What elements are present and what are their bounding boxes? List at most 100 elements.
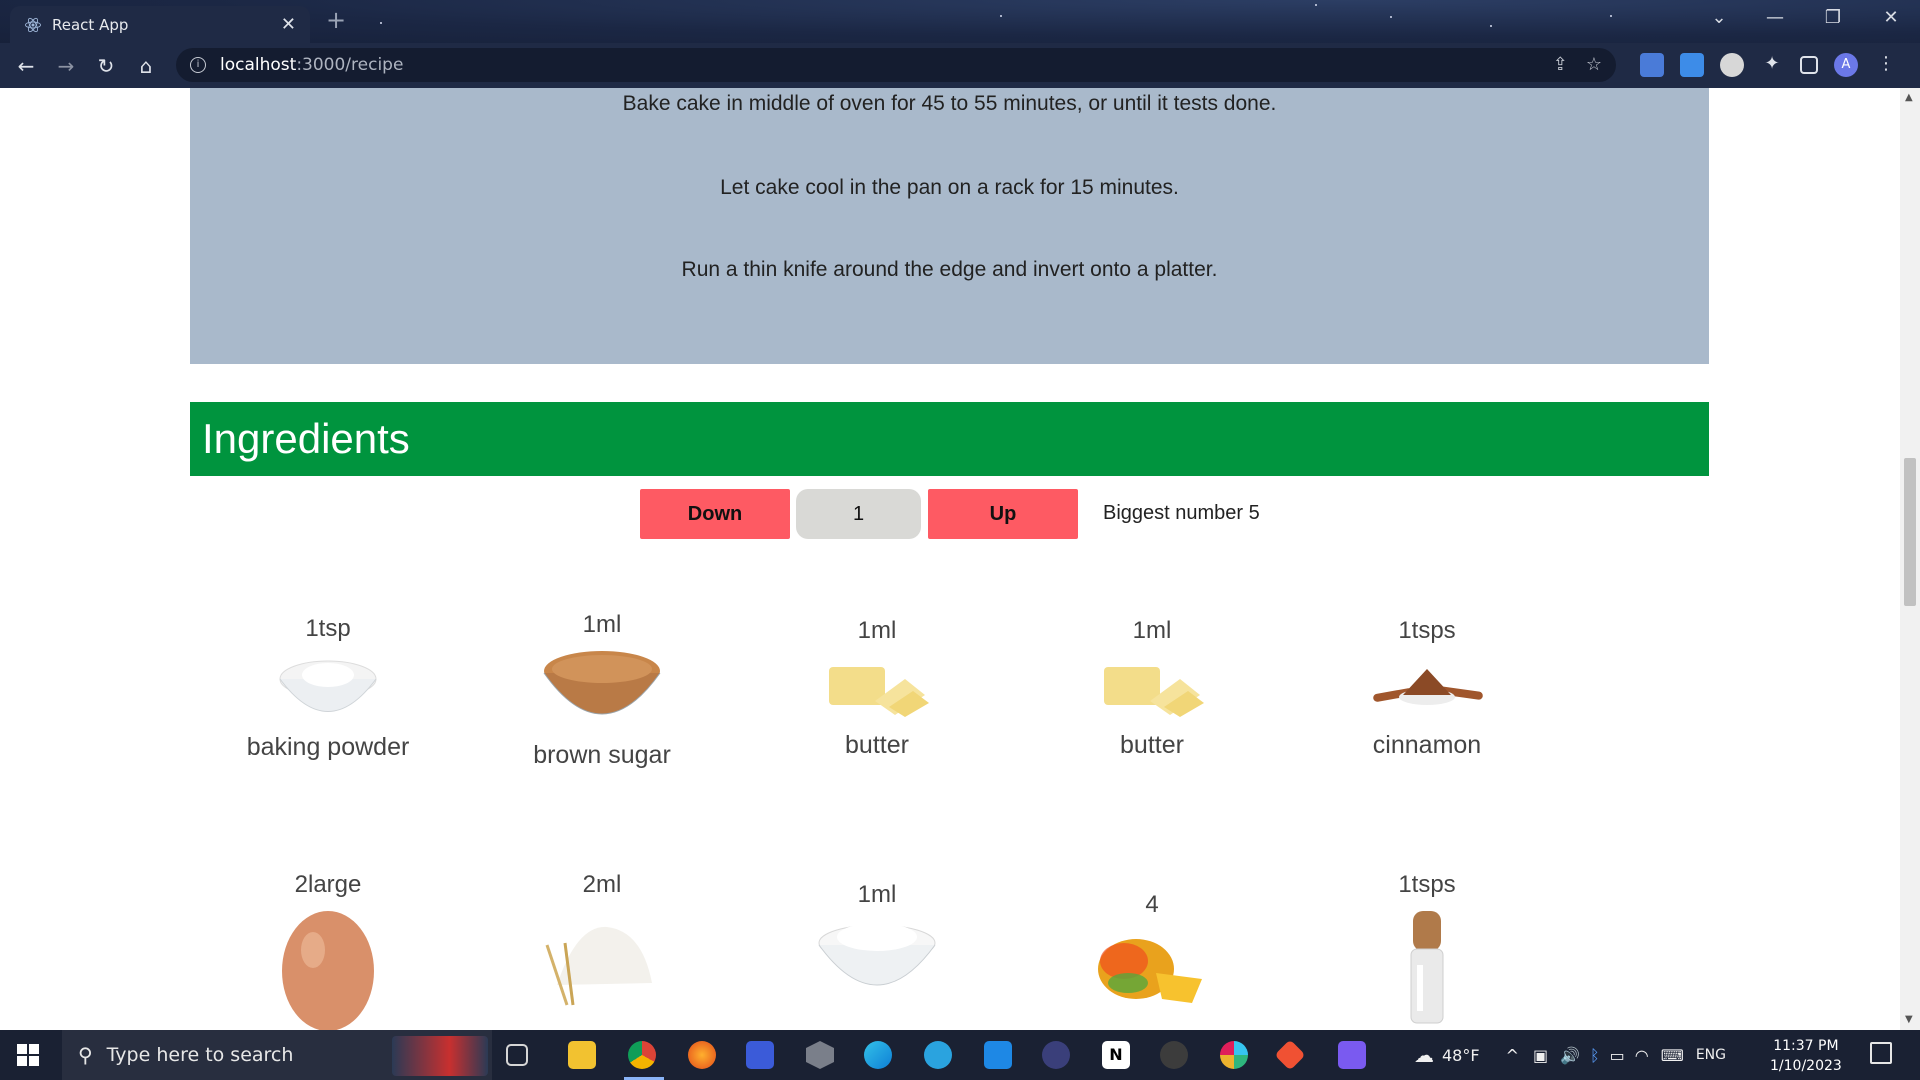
tray-overflow-chevron-icon[interactable]: ^ [1506, 1046, 1519, 1065]
instructions-panel: Bake cake in middle of oven for 45 to 55… [190, 88, 1709, 364]
slack-icon[interactable] [1220, 1041, 1248, 1069]
url-host: localhost [220, 55, 297, 75]
forward-arrow-icon[interactable]: → [46, 54, 86, 78]
extensions-puzzle-icon[interactable]: ✦ [1760, 53, 1784, 77]
background-star [1390, 16, 1392, 18]
profile-avatar[interactable]: A [1834, 53, 1858, 77]
back-arrow-icon[interactable]: ← [6, 54, 46, 78]
ingredient-quantity: 1ml [1132, 617, 1172, 644]
taskbar-search-box[interactable]: ⚲ Type here to search [62, 1030, 492, 1080]
windows-start-icon[interactable] [17, 1044, 39, 1066]
butter-icon [1104, 667, 1204, 717]
ingredient-card: 2ml [482, 871, 722, 1021]
reload-icon[interactable]: ↻ [86, 54, 126, 78]
background-star [1490, 25, 1492, 27]
flour-icon [545, 926, 652, 1006]
chrome-icon[interactable] [628, 1041, 656, 1069]
design-app-icon[interactable] [746, 1041, 774, 1069]
vscode-icon[interactable] [984, 1041, 1012, 1069]
wifi-icon[interactable]: ◠ [1635, 1046, 1649, 1065]
tab-search-chevron-icon[interactable]: ⌄ [1690, 7, 1748, 28]
battery-icon[interactable]: ▭ [1610, 1046, 1625, 1065]
github-desktop-icon[interactable] [1160, 1041, 1188, 1069]
ingredient-name: baking powder [246, 733, 410, 761]
ingredient-quantity: 1ml [582, 611, 622, 638]
minimize-button[interactable]: — [1746, 7, 1804, 28]
servings-value[interactable]: 1 [796, 489, 921, 539]
ingredient-quantity: 1ml [857, 881, 897, 908]
volume-icon[interactable]: 🔊 [1560, 1046, 1580, 1065]
close-window-button[interactable]: ✕ [1862, 7, 1920, 28]
react-logo-icon [25, 17, 41, 32]
scroll-up-arrow-icon[interactable]: ▲ [1905, 92, 1913, 103]
browser-tab[interactable]: React App ✕ [10, 6, 310, 43]
clock-date: 1/10/2023 [1770, 1058, 1842, 1074]
google-translate-extension-icon[interactable] [1640, 53, 1664, 77]
edge-icon[interactable] [864, 1041, 892, 1069]
unity-icon[interactable] [806, 1041, 834, 1069]
share-icon[interactable]: ⇪ [1553, 54, 1568, 75]
ingredient-name: butter [1120, 731, 1184, 759]
menu-kebab-icon[interactable]: ⋮ [1874, 53, 1898, 77]
forward-extension-icon[interactable] [1680, 53, 1704, 77]
up-button[interactable]: Up [928, 489, 1078, 539]
taskbar-clock[interactable]: 11:37 PM 1/10/2023 [1770, 1036, 1842, 1076]
file-explorer-icon[interactable] [568, 1041, 596, 1069]
tab-title: React App [52, 15, 129, 34]
tab-close-icon[interactable]: ✕ [281, 14, 296, 35]
cinnamon-icon [1373, 669, 1483, 705]
background-star [1610, 15, 1612, 17]
telegram-icon[interactable] [924, 1041, 952, 1069]
keyboard-icon[interactable]: ⌨ [1661, 1046, 1684, 1065]
ingredient-quantity: 4 [1145, 891, 1159, 918]
background-star [380, 22, 382, 24]
ingredient-quantity: 1tsps [1398, 871, 1456, 898]
vertical-scrollbar[interactable]: ▲ ▼ [1900, 88, 1920, 1030]
bookmark-star-icon[interactable]: ☆ [1586, 54, 1602, 75]
url-path: :3000/recipe [296, 55, 404, 75]
side-panel-icon[interactable] [1800, 56, 1818, 74]
browser-titlebar: React App ✕ + ⌄ — ❐ ✕ [0, 0, 1920, 43]
instruction-step: Let cake cool in the pan on a rack for 1… [720, 176, 1179, 199]
ingredient-card: 1ml butter [1032, 617, 1272, 760]
eclipse-icon[interactable] [1042, 1041, 1070, 1069]
language-indicator[interactable]: ENG [1696, 1047, 1726, 1063]
ingredient-quantity: 2ml [582, 871, 622, 898]
ingredient-card: 1tsps cinnamon [1307, 617, 1547, 760]
windows-taskbar: ⚲ Type here to search N ☁ 48°F ^ ▣ 🔊 ᛒ ▭… [0, 1030, 1920, 1080]
snipping-tool-icon[interactable] [1338, 1041, 1366, 1069]
background-star [1000, 15, 1002, 17]
new-tab-button[interactable]: + [326, 6, 346, 34]
restore-button[interactable]: ❐ [1804, 7, 1862, 28]
salt-bowl-icon [818, 923, 936, 986]
weather-temperature[interactable]: 48°F [1442, 1046, 1480, 1065]
weather-cloud-icon[interactable]: ☁ [1414, 1043, 1434, 1067]
clock-time: 11:37 PM [1773, 1038, 1839, 1054]
down-button[interactable]: Down [640, 489, 790, 539]
home-icon[interactable]: ⌂ [126, 54, 166, 78]
web-extension-icon[interactable] [1720, 53, 1744, 77]
task-view-icon[interactable] [506, 1044, 528, 1066]
notifications-icon[interactable] [1870, 1042, 1892, 1064]
meet-now-icon[interactable]: ▣ [1533, 1046, 1548, 1065]
search-placeholder: Type here to search [106, 1044, 294, 1066]
ingredient-card: 4 [1032, 891, 1272, 1021]
address-bar[interactable]: i localhost :3000/recipe ⇪ ☆ [176, 48, 1616, 82]
page-viewport: Bake cake in middle of oven for 45 to 55… [0, 88, 1920, 1030]
notion-icon[interactable]: N [1102, 1041, 1130, 1069]
ingredient-card: 1tsps [1307, 871, 1547, 1030]
git-icon[interactable] [1274, 1039, 1306, 1071]
ingredient-card: 1ml brown sugar [482, 611, 722, 770]
search-highlight-train-icon [392, 1036, 488, 1076]
ingredient-quantity: 1tsp [305, 615, 351, 642]
ingredient-card: 2large [208, 871, 448, 1030]
scrollbar-thumb[interactable] [1904, 458, 1916, 606]
scroll-down-arrow-icon[interactable]: ▼ [1905, 1014, 1913, 1025]
grinder-icon [1410, 911, 1444, 1024]
egg-icon [282, 911, 374, 1030]
background-star [1315, 4, 1317, 6]
firefox-icon[interactable] [688, 1041, 716, 1069]
bluetooth-icon[interactable]: ᛒ [1590, 1046, 1600, 1065]
ingredient-card: 1tsp baking powder [208, 615, 448, 762]
site-info-icon[interactable]: i [190, 57, 206, 73]
